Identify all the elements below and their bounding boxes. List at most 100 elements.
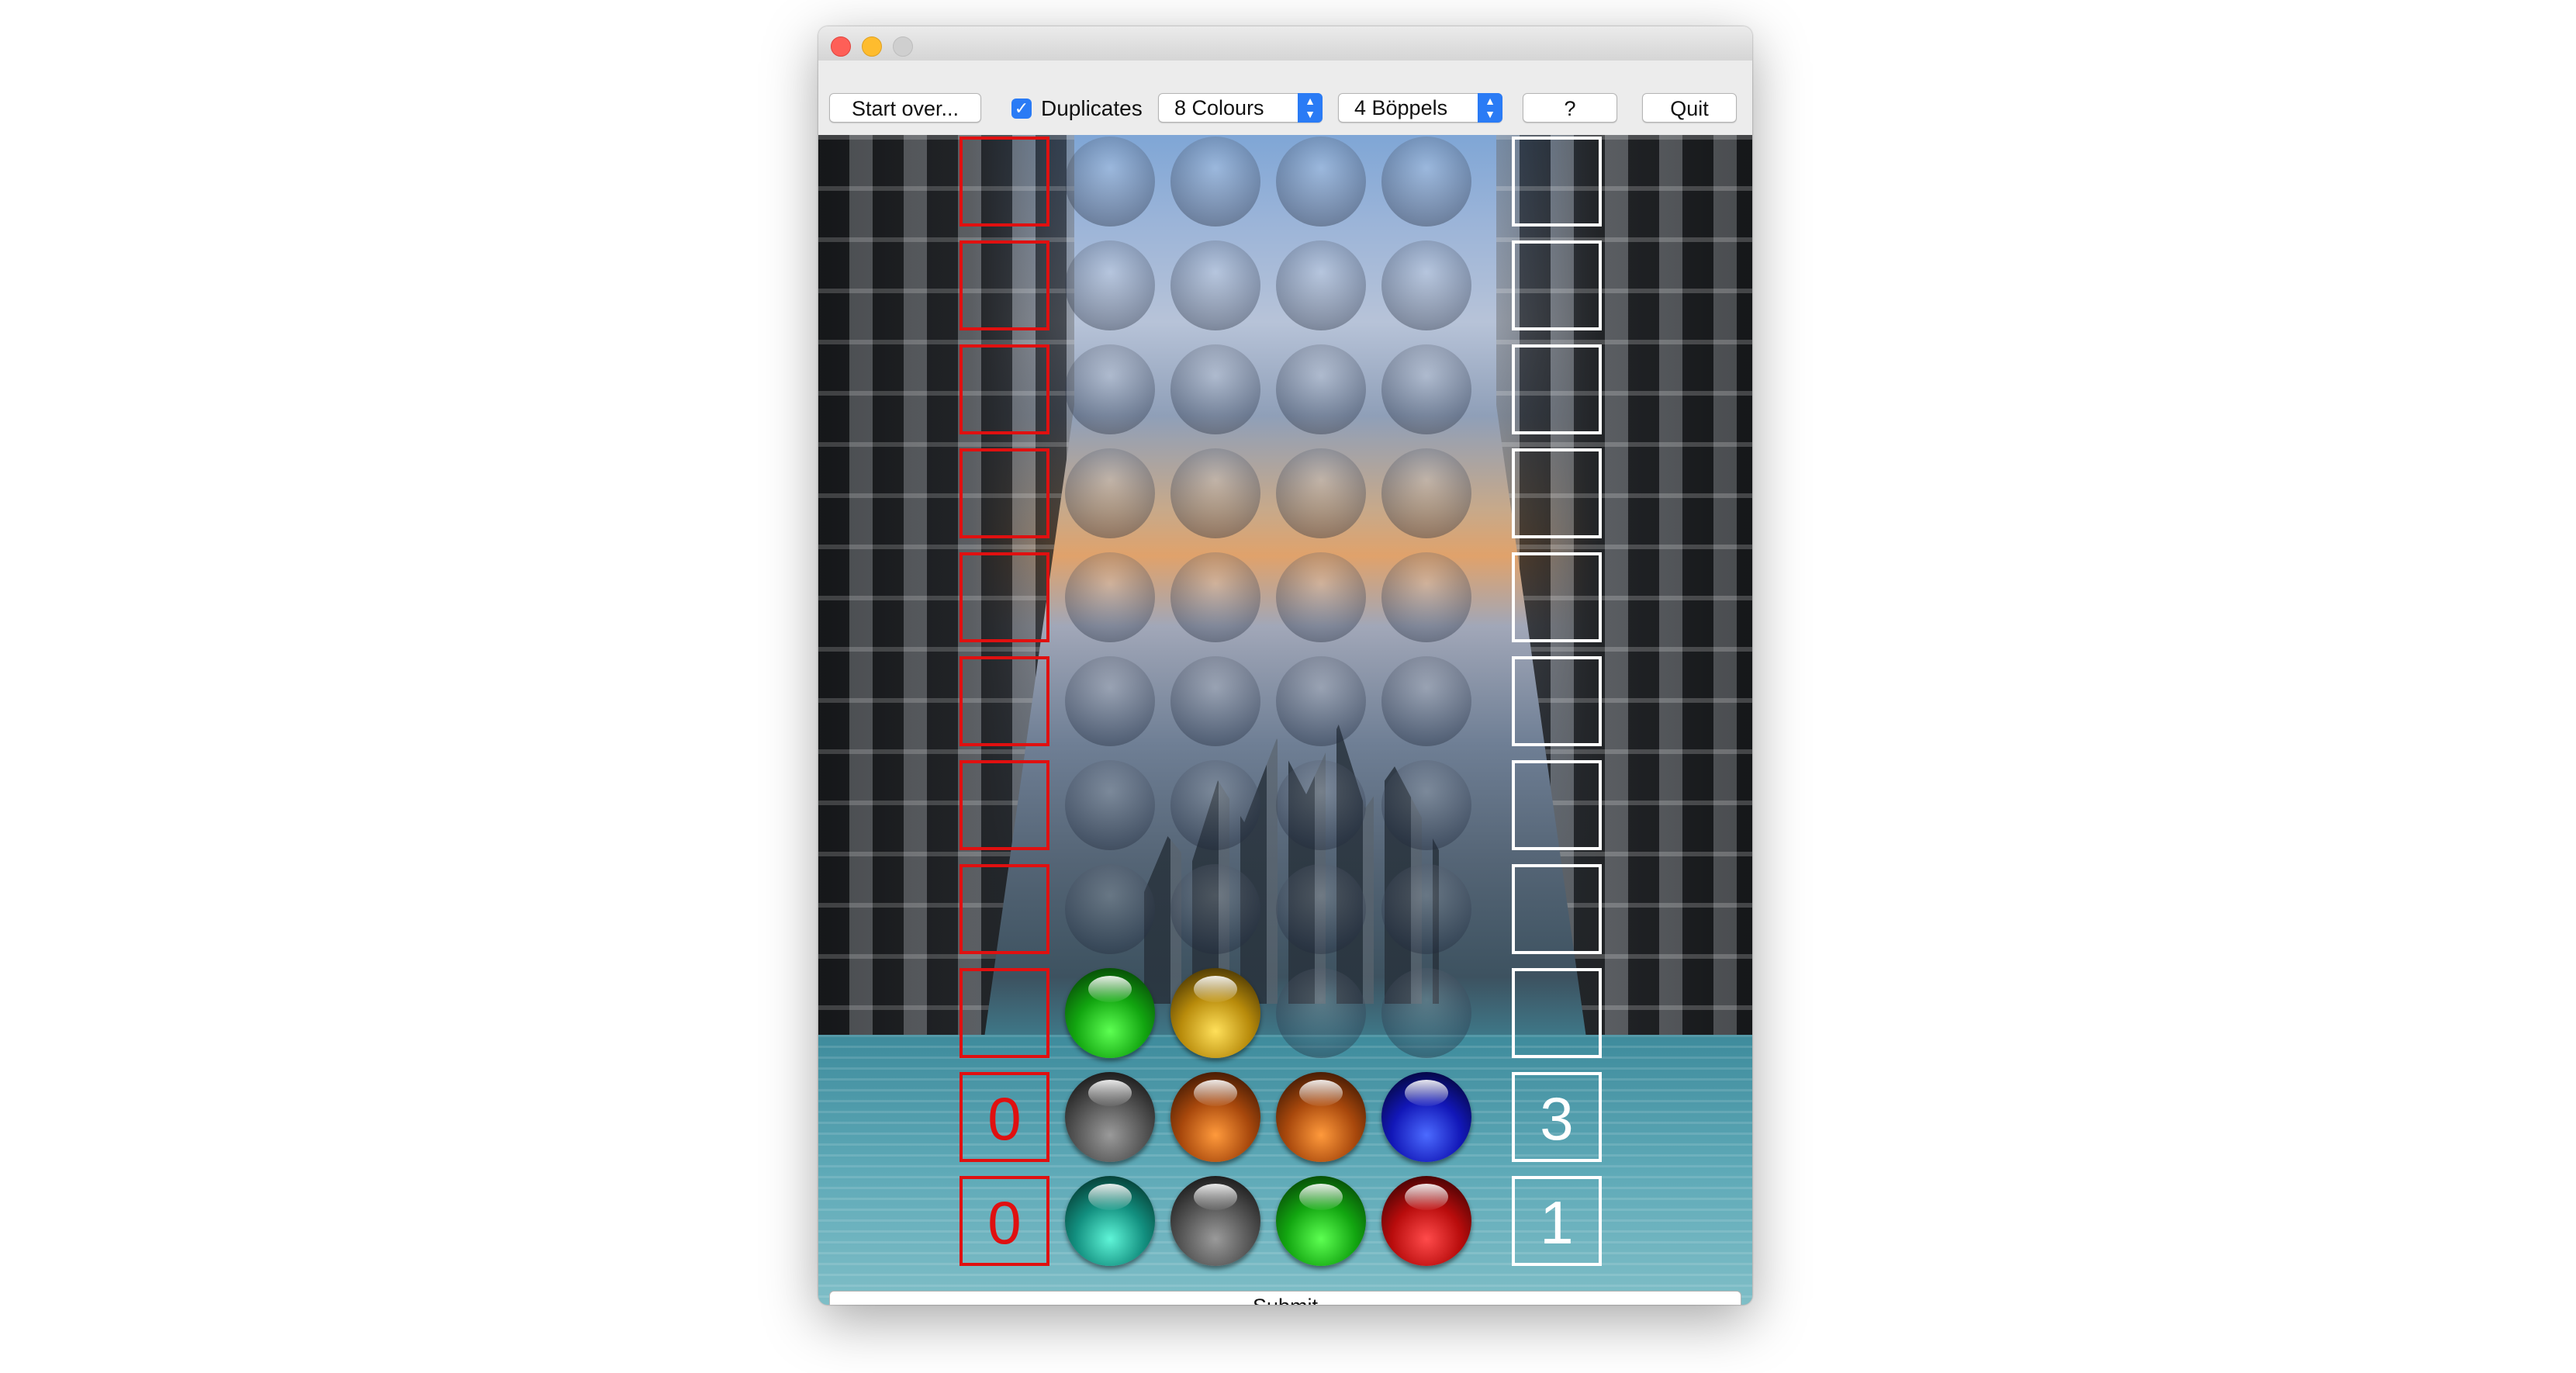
empty-peg-slot[interactable] xyxy=(1381,344,1471,434)
zoom-window-button[interactable] xyxy=(893,36,913,57)
title-bar xyxy=(818,26,1752,61)
white-score-value xyxy=(1515,451,1599,535)
empty-peg-slot[interactable] xyxy=(1170,240,1260,330)
white-score-cell xyxy=(1512,344,1602,434)
duplicates-checkbox[interactable]: ✓ xyxy=(1011,99,1032,119)
black-score-cell xyxy=(960,240,1049,330)
peg-ball-orange[interactable] xyxy=(1170,1072,1260,1162)
quit-button[interactable]: Quit xyxy=(1642,93,1737,123)
empty-peg-slot[interactable] xyxy=(1170,656,1260,746)
empty-peg-slot[interactable] xyxy=(1170,552,1260,642)
peg-ball-green[interactable] xyxy=(1276,1176,1366,1266)
empty-peg-slot[interactable] xyxy=(1065,344,1155,434)
white-score-value xyxy=(1515,867,1599,951)
empty-peg-slot[interactable] xyxy=(1170,864,1260,954)
white-score-value: 3 xyxy=(1540,1084,1574,1153)
colours-select-value: 8 Colours xyxy=(1174,96,1264,119)
background-water xyxy=(818,1035,1752,1305)
peg-ball-yellow[interactable] xyxy=(1170,968,1260,1058)
chevron-updown-icon: ▲ ▼ xyxy=(1478,93,1502,123)
white-score-value xyxy=(1515,971,1599,1055)
empty-peg-slot[interactable] xyxy=(1276,552,1366,642)
empty-peg-slot[interactable] xyxy=(1276,760,1366,850)
empty-peg-slot[interactable] xyxy=(1065,656,1155,746)
black-score-value xyxy=(963,140,1046,223)
empty-peg-slot[interactable] xyxy=(1381,448,1471,538)
black-score-cell xyxy=(960,344,1049,434)
white-score-value xyxy=(1515,555,1599,639)
empty-peg-slot[interactable] xyxy=(1170,344,1260,434)
start-over-button[interactable]: Start over... xyxy=(829,93,981,123)
help-button[interactable]: ? xyxy=(1523,93,1617,123)
black-score-cell xyxy=(960,864,1049,954)
black-score-value xyxy=(963,659,1046,743)
boppels-select-value: 4 Böppels xyxy=(1354,96,1448,119)
white-score-cell xyxy=(1512,240,1602,330)
white-score-value xyxy=(1515,659,1599,743)
black-score-value xyxy=(963,451,1046,535)
empty-peg-slot[interactable] xyxy=(1276,240,1366,330)
duplicates-label: Duplicates xyxy=(1041,96,1143,120)
white-score-cell: 1 xyxy=(1512,1176,1602,1266)
game-board: 0 3 0 1 Submit xyxy=(818,135,1752,1305)
white-score-cell xyxy=(1512,448,1602,538)
white-score-cell xyxy=(1512,864,1602,954)
boppels-select[interactable]: 4 Böppels ▲ ▼ xyxy=(1338,93,1502,123)
black-score-value xyxy=(963,971,1046,1055)
white-score-cell xyxy=(1512,137,1602,227)
black-score-cell xyxy=(960,968,1049,1058)
empty-peg-slot[interactable] xyxy=(1276,344,1366,434)
black-score-cell xyxy=(960,448,1049,538)
peg-ball-blue[interactable] xyxy=(1381,1072,1471,1162)
colours-select[interactable]: 8 Colours ▲ ▼ xyxy=(1158,93,1323,123)
empty-peg-slot[interactable] xyxy=(1065,864,1155,954)
empty-peg-slot[interactable] xyxy=(1276,448,1366,538)
empty-peg-slot[interactable] xyxy=(1170,760,1260,850)
black-score-value xyxy=(963,867,1046,951)
close-window-button[interactable] xyxy=(831,36,851,57)
toolbar: Start over... ✓ Duplicates 8 Colours ▲ ▼ … xyxy=(818,61,1752,135)
empty-peg-slot[interactable] xyxy=(1065,552,1155,642)
empty-peg-slot[interactable] xyxy=(1381,760,1471,850)
peg-ball-grey[interactable] xyxy=(1065,1072,1155,1162)
black-score-cell xyxy=(960,760,1049,850)
empty-peg-slot[interactable] xyxy=(1381,968,1471,1058)
black-score-value: 0 xyxy=(987,1084,1022,1153)
white-score-value xyxy=(1515,140,1599,223)
black-score-cell xyxy=(960,656,1049,746)
white-score-cell: 3 xyxy=(1512,1072,1602,1162)
empty-peg-slot[interactable] xyxy=(1381,137,1471,227)
white-score-cell xyxy=(1512,968,1602,1058)
empty-peg-slot[interactable] xyxy=(1170,448,1260,538)
black-score-cell xyxy=(960,552,1049,642)
black-score-value xyxy=(963,244,1046,327)
empty-peg-slot[interactable] xyxy=(1276,968,1366,1058)
white-score-cell xyxy=(1512,552,1602,642)
empty-peg-slot[interactable] xyxy=(1065,240,1155,330)
duplicates-toggle[interactable]: ✓ Duplicates xyxy=(1011,96,1143,121)
black-score-value xyxy=(963,555,1046,639)
empty-peg-slot[interactable] xyxy=(1065,137,1155,227)
black-score-value xyxy=(963,763,1046,847)
peg-ball-teal[interactable] xyxy=(1065,1176,1155,1266)
empty-peg-slot[interactable] xyxy=(1065,448,1155,538)
white-score-value xyxy=(1515,763,1599,847)
empty-peg-slot[interactable] xyxy=(1381,552,1471,642)
peg-ball-green[interactable] xyxy=(1065,968,1155,1058)
peg-ball-red[interactable] xyxy=(1381,1176,1471,1266)
black-score-cell xyxy=(960,137,1049,227)
black-score-cell: 0 xyxy=(960,1072,1049,1162)
empty-peg-slot[interactable] xyxy=(1276,137,1366,227)
minimize-window-button[interactable] xyxy=(862,36,882,57)
peg-ball-orange[interactable] xyxy=(1276,1072,1366,1162)
peg-ball-grey[interactable] xyxy=(1170,1176,1260,1266)
empty-peg-slot[interactable] xyxy=(1381,864,1471,954)
empty-peg-slot[interactable] xyxy=(1170,137,1260,227)
empty-peg-slot[interactable] xyxy=(1276,656,1366,746)
white-score-value xyxy=(1515,244,1599,327)
empty-peg-slot[interactable] xyxy=(1065,760,1155,850)
empty-peg-slot[interactable] xyxy=(1381,240,1471,330)
empty-peg-slot[interactable] xyxy=(1276,864,1366,954)
submit-button[interactable]: Submit xyxy=(829,1291,1741,1305)
empty-peg-slot[interactable] xyxy=(1381,656,1471,746)
